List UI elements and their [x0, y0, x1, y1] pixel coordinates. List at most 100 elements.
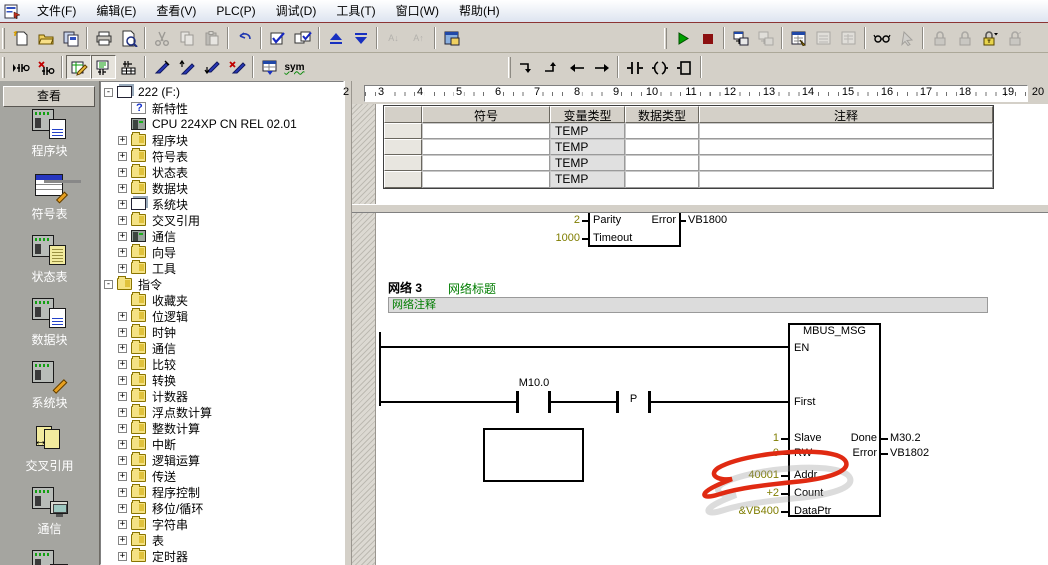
bookmark-next-button[interactable]	[952, 26, 977, 50]
nav-communications[interactable]: 通信	[0, 487, 99, 537]
tree-item-interrupt[interactable]: +中断	[104, 436, 343, 452]
cell-data-type[interactable]	[625, 139, 699, 155]
tree-item-move[interactable]: +传送	[104, 468, 343, 484]
tree-item-integer-math[interactable]: +整数计算	[104, 420, 343, 436]
error-operand-2[interactable]: VB1802	[890, 447, 929, 459]
expand-icon[interactable]: +	[118, 488, 127, 497]
menu-help[interactable]: 帮助(H)	[449, 0, 510, 23]
row-selector[interactable]	[384, 123, 422, 139]
expand-icon[interactable]: +	[118, 232, 127, 241]
pointer-button[interactable]	[894, 26, 919, 50]
addr-value[interactable]: 40001	[692, 469, 779, 481]
header-comment[interactable]: 注释	[699, 106, 993, 123]
nav-system-block[interactable]: 系统块	[0, 361, 99, 411]
cell-symbol[interactable]	[422, 123, 550, 139]
stl-view-button[interactable]	[91, 55, 116, 79]
header-symbol[interactable]: 符号	[422, 106, 550, 123]
tree-item-system-block[interactable]: +系统块	[104, 196, 343, 212]
expand-icon[interactable]: +	[118, 520, 127, 529]
insert-row-up-button[interactable]	[174, 55, 199, 79]
view-bar-header[interactable]: 查看	[3, 86, 95, 107]
tree-item-compare[interactable]: +比较	[104, 356, 343, 372]
menu-tools[interactable]: 工具(T)	[326, 0, 385, 23]
timeout-pin[interactable]: Timeout	[593, 232, 632, 244]
cell-var-type[interactable]: TEMP	[550, 123, 625, 139]
expand-icon[interactable]: +	[118, 360, 127, 369]
error-operand[interactable]: VB1800	[688, 214, 727, 226]
horizontal-splitter[interactable]	[352, 204, 1048, 213]
program-status-button[interactable]	[728, 26, 753, 50]
cut-button[interactable]	[149, 26, 174, 50]
paste-button[interactable]	[199, 26, 224, 50]
cell-symbol[interactable]	[422, 139, 550, 155]
expand-icon[interactable]: +	[118, 264, 127, 273]
expand-icon[interactable]: +	[118, 344, 127, 353]
expand-icon[interactable]: -	[104, 88, 113, 97]
menu-view[interactable]: 查看(V)	[146, 0, 206, 23]
expand-icon[interactable]: +	[118, 312, 127, 321]
toolbar-grip[interactable]	[2, 57, 5, 78]
cell-data-type[interactable]	[625, 155, 699, 171]
tree-item-cpu[interactable]: CPU 224XP CN REL 02.01	[104, 116, 343, 132]
expand-icon[interactable]: +	[118, 424, 127, 433]
save-all-button[interactable]	[58, 26, 83, 50]
view-symbols-button[interactable]	[869, 26, 894, 50]
tree-item-instructions[interactable]: -指令	[104, 276, 343, 292]
tree-item-data-block[interactable]: +数据块	[104, 180, 343, 196]
rw-value[interactable]: 0	[692, 447, 779, 459]
tree-item-clock[interactable]: +时钟	[104, 324, 343, 340]
delete-network-button[interactable]	[224, 55, 249, 79]
done-operand[interactable]: M30.2	[890, 432, 921, 444]
expand-icon[interactable]: +	[118, 328, 127, 337]
tree-item-communications[interactable]: +通信	[104, 228, 343, 244]
nav-symbol-table[interactable]: 符号表	[0, 172, 99, 222]
line-up-button[interactable]	[539, 55, 564, 79]
network-title[interactable]: 网络标题	[448, 280, 496, 297]
parity-value[interactable]: 2	[552, 214, 580, 226]
expand-icon[interactable]: +	[118, 376, 127, 385]
symbol-table-button[interactable]	[257, 55, 282, 79]
tree-item-program-block[interactable]: +程序块	[104, 132, 343, 148]
table-view-button[interactable]	[116, 55, 141, 79]
expand-icon[interactable]: +	[118, 152, 127, 161]
tree-item-table[interactable]: +表	[104, 532, 343, 548]
tree-item-favorites[interactable]: 收藏夹	[104, 292, 343, 308]
tree-item-counters[interactable]: +计数器	[104, 388, 343, 404]
run-button[interactable]	[670, 26, 695, 50]
menu-plc[interactable]: PLC(P)	[206, 1, 265, 22]
cell-data-type[interactable]	[625, 123, 699, 139]
tree-item-whats-new[interactable]: 新特性	[104, 100, 343, 116]
dataptr-value[interactable]: &VB400	[692, 505, 779, 517]
tree-item-shift-rotate[interactable]: +移位/循环	[104, 500, 343, 516]
menu-window[interactable]: 窗口(W)	[386, 0, 449, 23]
cell-var-type[interactable]: TEMP	[550, 171, 625, 188]
line-left-button[interactable]	[564, 55, 589, 79]
cell-data-type[interactable]	[625, 171, 699, 188]
expand-icon[interactable]: +	[118, 504, 127, 513]
lad-view-button[interactable]	[66, 55, 91, 79]
error-pin[interactable]: Error	[630, 214, 676, 226]
parity-pin[interactable]: Parity	[593, 214, 621, 226]
delete-element-button[interactable]	[33, 55, 58, 79]
upload-button[interactable]	[323, 26, 348, 50]
app-icon[interactable]	[4, 4, 21, 19]
vertical-splitter[interactable]	[344, 81, 352, 565]
empty-operand-box[interactable]	[483, 428, 584, 482]
print-button[interactable]	[91, 26, 116, 50]
expand-icon[interactable]: -	[104, 280, 113, 289]
contact-operand[interactable]: M10.0	[500, 377, 568, 389]
password-lock-button[interactable]	[977, 26, 1002, 50]
menu-debug[interactable]: 调试(D)	[266, 0, 327, 23]
tree-item-logical-ops[interactable]: +逻辑运算	[104, 452, 343, 468]
network-label[interactable]: 网络 3	[388, 279, 422, 296]
cell-symbol[interactable]	[422, 155, 550, 171]
nav-set-pg-pc[interactable]	[0, 550, 99, 565]
nav-status-chart[interactable]: 状态表	[0, 235, 99, 285]
symbolic-addressing-button[interactable]: sym	[282, 55, 307, 79]
contact-button[interactable]	[622, 55, 647, 79]
toolbar-grip[interactable]	[508, 57, 511, 78]
tree-item-string[interactable]: +字符串	[104, 516, 343, 532]
tree-item-status-chart[interactable]: +状态表	[104, 164, 343, 180]
tree-item-tools[interactable]: +工具	[104, 260, 343, 276]
multiple-read-button[interactable]	[836, 26, 861, 50]
